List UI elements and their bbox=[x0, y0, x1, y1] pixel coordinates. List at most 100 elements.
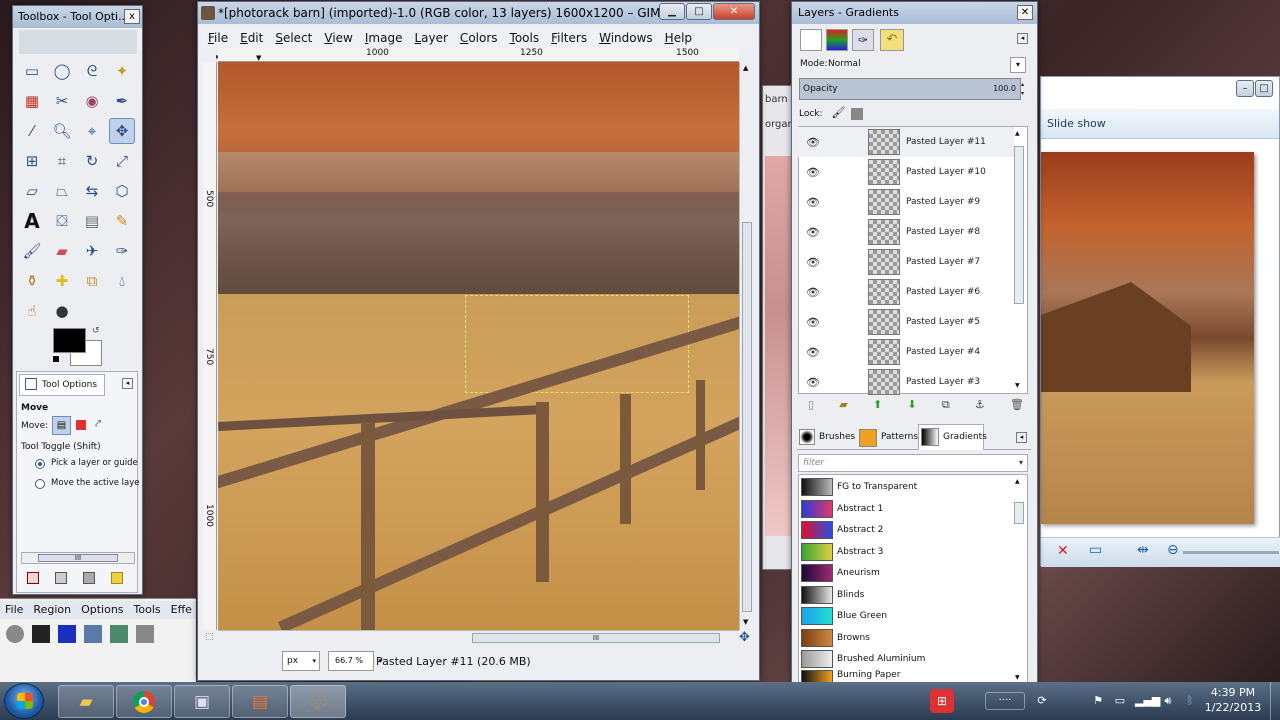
layer-row[interactable]: 👁︎ Pasted Layer #3 bbox=[798, 367, 1014, 397]
tray-overflow[interactable]: ···· bbox=[985, 692, 1025, 710]
vertical-ruler[interactable]: 500 750 1000 bbox=[203, 62, 217, 630]
ellipse-select-icon[interactable]: ◯ bbox=[49, 58, 75, 84]
visibility-eye-icon[interactable]: 👁︎ bbox=[798, 226, 828, 239]
pencil-icon[interactable]: ✎ bbox=[109, 208, 135, 234]
menu-filters[interactable]: Filters bbox=[545, 29, 593, 48]
save-options-icon[interactable] bbox=[27, 572, 39, 584]
layer-row[interactable]: 👁︎ Pasted Layer #8 bbox=[798, 217, 1014, 247]
maximize-button[interactable]: □ bbox=[686, 3, 712, 20]
gradient-item[interactable]: Blinds bbox=[801, 584, 1013, 605]
menu-select[interactable]: Select bbox=[269, 29, 318, 48]
zoom-select[interactable]: 66.7 % ▾ bbox=[328, 651, 382, 671]
gradient-item[interactable]: Brushed Aluminium bbox=[801, 648, 1013, 669]
tray-volume-icon[interactable]: 🔊︎ bbox=[1160, 694, 1176, 708]
gradient-item[interactable]: Abstract 2 bbox=[801, 519, 1013, 540]
brushes-tab[interactable]: Brushes bbox=[797, 426, 855, 449]
perspective-clone-icon[interactable]: ⧉ bbox=[79, 268, 105, 294]
default-colors-icon[interactable] bbox=[52, 355, 60, 363]
rotate-icon[interactable]: ↻ bbox=[79, 148, 105, 174]
wilber-drop-zone[interactable] bbox=[19, 30, 137, 54]
lock-alpha-icon[interactable] bbox=[851, 107, 864, 120]
gradient-item[interactable]: Aneurism bbox=[801, 562, 1013, 583]
tray-app-icon[interactable]: ⊞ bbox=[930, 689, 954, 713]
canvas-vscrollbar[interactable]: ▲ ▼ bbox=[739, 62, 753, 630]
bg-menu-file[interactable]: File bbox=[0, 601, 28, 619]
blur-icon[interactable]: 💧︎ bbox=[109, 268, 135, 294]
layers-vscrollbar[interactable]: ▲ ▼ bbox=[1013, 130, 1025, 392]
bg-menu-tools[interactable]: Tools bbox=[129, 601, 166, 619]
align-icon[interactable]: ⊞ bbox=[19, 148, 45, 174]
quick-mask-icon[interactable]: ⬚ bbox=[205, 632, 214, 642]
ink-icon[interactable]: ✑ bbox=[109, 238, 135, 264]
horizontal-ruler[interactable]: 1000 1250 1500 ▼ bbox=[218, 48, 739, 62]
toolbox-titlebar[interactable]: Toolbox - Tool Opti... x bbox=[13, 6, 142, 28]
tool-options-tab[interactable]: Tool Options bbox=[19, 374, 105, 396]
tray-bluetooth-icon[interactable]: ᛒ bbox=[1182, 694, 1198, 708]
tool-options-scroll-thumb[interactable]: III bbox=[38, 554, 118, 562]
layers-dock-close-button[interactable]: ✕ bbox=[1017, 5, 1033, 20]
gradients-tab[interactable]: Gradients bbox=[918, 424, 987, 450]
layers-dock-titlebar[interactable]: Layers - Gradients ✕ bbox=[792, 2, 1037, 24]
restore-options-icon[interactable] bbox=[55, 572, 67, 584]
gradient-item[interactable]: Browns bbox=[801, 627, 1013, 648]
close-button[interactable]: ✕ bbox=[713, 3, 755, 20]
visibility-eye-icon[interactable]: 👁︎ bbox=[798, 346, 828, 359]
delete-options-icon[interactable] bbox=[83, 572, 95, 584]
bg-menu-region[interactable]: Region bbox=[28, 601, 76, 619]
canvas-hscrollbar[interactable]: III bbox=[218, 630, 739, 644]
tray-flag-icon[interactable]: ⚑ bbox=[1090, 694, 1106, 708]
taskbar-chrome-button[interactable] bbox=[116, 685, 172, 718]
raise-layer-icon[interactable]: ⬆ bbox=[873, 398, 882, 414]
image-canvas[interactable] bbox=[218, 62, 739, 630]
tray-monitor-icon[interactable]: ▭ bbox=[1112, 694, 1128, 708]
bg-tool-icon-1[interactable] bbox=[84, 625, 102, 643]
canvas-hscroll-thumb[interactable]: III bbox=[472, 633, 720, 643]
layer-row[interactable]: 👁︎ Pasted Layer #11 bbox=[798, 127, 1014, 157]
color-picker-icon[interactable]: ⁄ bbox=[19, 118, 45, 144]
menu-file[interactable]: File bbox=[202, 29, 234, 48]
slideshow-monitor-icon[interactable]: ▭ bbox=[1089, 542, 1102, 558]
delete-icon[interactable]: ✕ bbox=[1057, 543, 1069, 559]
crop-icon[interactable]: ⌗ bbox=[49, 148, 75, 174]
bg-menu-options[interactable]: Options bbox=[76, 601, 128, 619]
minimize-button[interactable]: ▁ bbox=[659, 3, 685, 20]
opacity-spinner[interactable]: ▴ ▾ bbox=[1021, 80, 1024, 98]
visibility-eye-icon[interactable]: 👁︎ bbox=[798, 376, 828, 389]
move-icon[interactable]: ✥ bbox=[109, 118, 135, 144]
new-layer-icon[interactable]: ▯ bbox=[808, 398, 814, 414]
show-desktop-button[interactable] bbox=[1270, 682, 1280, 720]
clock[interactable]: 4:39 PM 1/22/2013 bbox=[1200, 685, 1266, 715]
menu-edit[interactable]: Edit bbox=[234, 29, 269, 48]
gradient-filter[interactable]: filter ▾ bbox=[798, 454, 1028, 472]
dock-menu-icon[interactable]: ◂ bbox=[1017, 33, 1028, 44]
fuzzy-select-icon[interactable]: ✦ bbox=[109, 58, 135, 84]
smudge-icon[interactable]: ☝ bbox=[19, 298, 45, 324]
navigate-icon[interactable]: ✥ bbox=[739, 630, 750, 645]
opacity-slider[interactable]: Opacity 100.0 bbox=[799, 78, 1021, 100]
reset-options-icon[interactable] bbox=[111, 572, 123, 584]
move-layer-icon[interactable]: ▤ bbox=[52, 416, 71, 435]
toolbox-close-button[interactable]: x bbox=[124, 9, 140, 24]
bg-tool-icon-3[interactable] bbox=[136, 625, 154, 643]
tray-signal-icon[interactable]: ▂▄▆ bbox=[1135, 694, 1160, 708]
eraser-icon[interactable]: ▰ bbox=[49, 238, 75, 264]
gradient-scroll-up-icon[interactable]: ▲ bbox=[1015, 478, 1020, 485]
menu-image[interactable]: Image bbox=[359, 29, 409, 48]
text-icon[interactable]: A bbox=[19, 208, 45, 234]
blue-swatch-icon[interactable] bbox=[58, 625, 76, 643]
menu-layer[interactable]: Layer bbox=[408, 29, 453, 48]
gradient-item[interactable]: Burning Paper bbox=[801, 670, 1013, 682]
foreground-color-swatch[interactable] bbox=[53, 328, 86, 353]
gradient-vscrollbar[interactable]: ▲ ▼ bbox=[1013, 478, 1025, 682]
bg-viewer-tab-barn[interactable]: barn bbox=[765, 94, 788, 105]
perspective-icon[interactable]: ⏢ bbox=[49, 178, 75, 204]
slideshow-minimize-button[interactable]: – bbox=[1236, 80, 1254, 97]
paths-icon[interactable]: ✒ bbox=[109, 88, 135, 114]
canvas-vscroll-thumb[interactable] bbox=[742, 222, 752, 612]
bucket-fill-icon[interactable]: ⛋ bbox=[49, 208, 75, 234]
layer-row[interactable]: 👁︎ Pasted Layer #10 bbox=[798, 157, 1014, 187]
scroll-up-icon[interactable]: ▲ bbox=[743, 64, 748, 72]
menu-windows[interactable]: Windows bbox=[593, 29, 659, 48]
record-icon[interactable] bbox=[6, 625, 24, 643]
layer-row[interactable]: 👁︎ Pasted Layer #5 bbox=[798, 307, 1014, 337]
